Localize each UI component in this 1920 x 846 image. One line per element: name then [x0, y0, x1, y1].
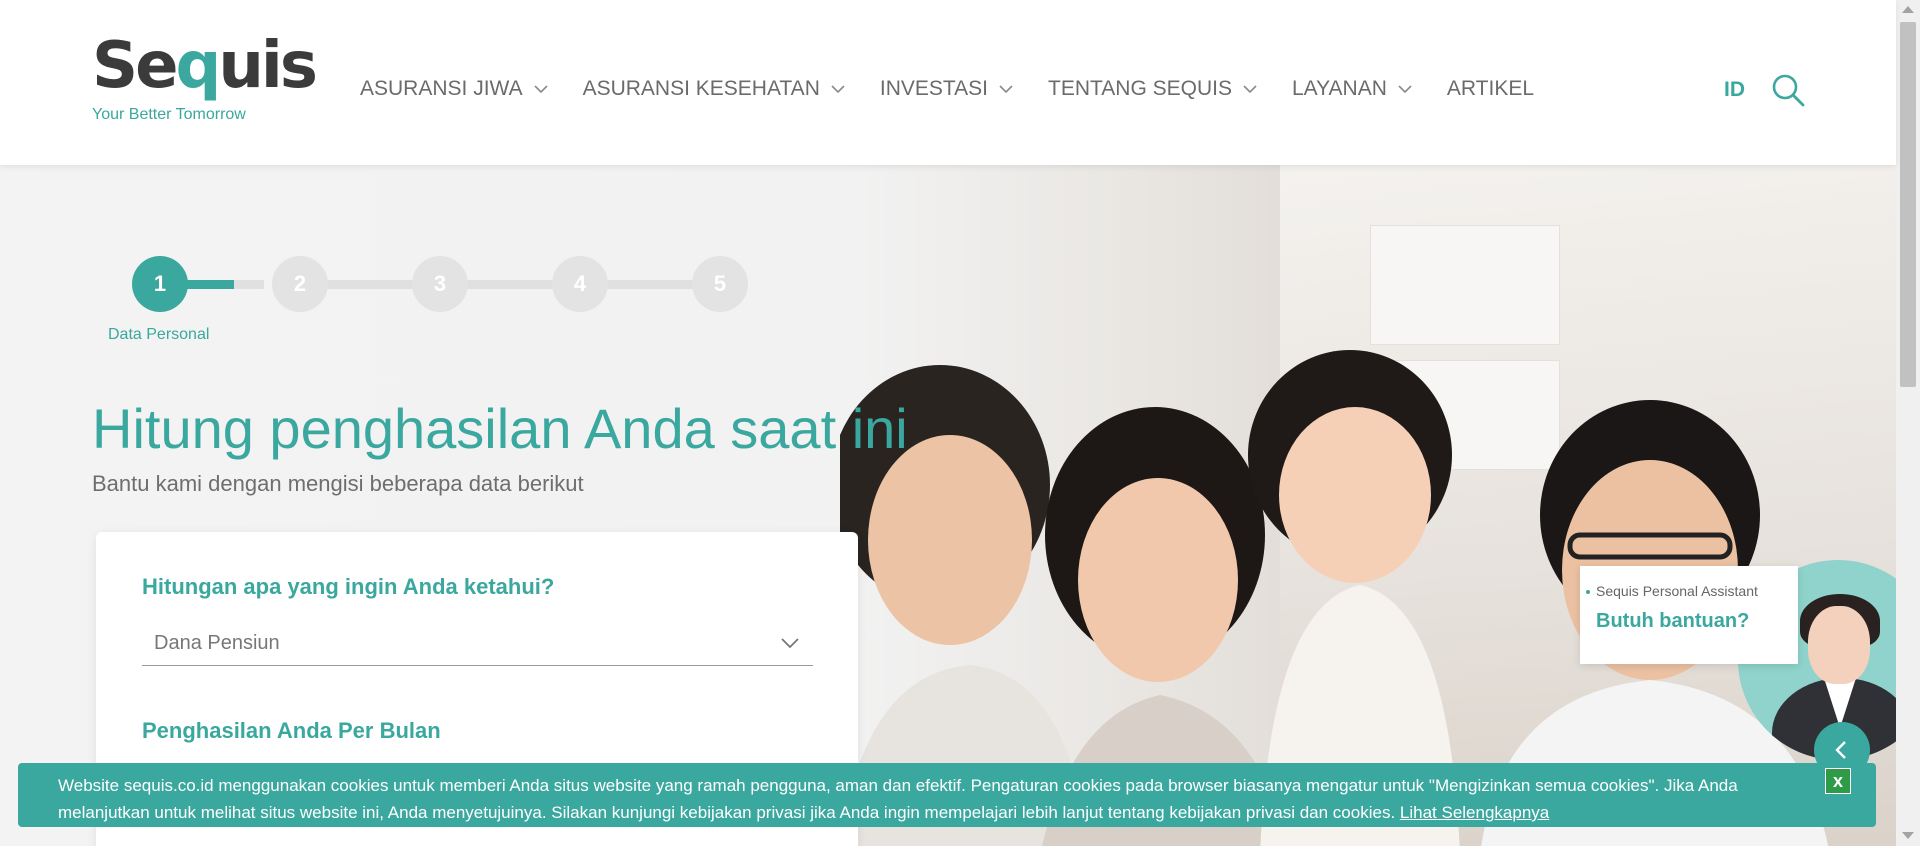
chevron-down-icon: [831, 85, 845, 94]
nav-investasi[interactable]: INVESTASI: [880, 77, 1014, 101]
bullet-icon: [1586, 590, 1590, 594]
chevron-down-icon: [999, 85, 1013, 94]
search-icon[interactable]: [1770, 72, 1806, 108]
calc-type-select[interactable]: Dana Pensiun: [142, 622, 813, 666]
language-toggle[interactable]: ID: [1724, 78, 1745, 102]
calc-type-value: Dana Pensiun: [154, 632, 280, 654]
nav-asuransi-jiwa[interactable]: ASURANSI JIWA: [360, 77, 549, 101]
nav-label: ARTIKEL: [1446, 77, 1535, 100]
chevron-down-icon: [534, 85, 548, 94]
assistant-label: Sequis Personal Assistant: [1596, 583, 1758, 599]
chevron-left-icon: [1835, 741, 1846, 759]
step-connector: [322, 280, 414, 289]
step-2: 2: [272, 256, 328, 312]
step-4: 4: [552, 256, 608, 312]
calc-type-question: Hitungan apa yang ingin Anda ketahui?: [142, 574, 555, 599]
step-connector: [182, 280, 234, 289]
page-subtitle: Bantu kami dengan mengisi beberapa data …: [92, 471, 584, 496]
nav-artikel[interactable]: ARTIKEL: [1447, 77, 1534, 101]
cookie-more-link[interactable]: Lihat Selengkapnya: [1400, 803, 1549, 822]
nav-label: ASURANSI JIWA: [360, 77, 523, 100]
step-connector: [602, 280, 694, 289]
nav-asuransi-kesehatan[interactable]: ASURANSI KESEHATAN: [583, 77, 846, 101]
assistant-bubble[interactable]: Sequis Personal Assistant Butuh bantuan?: [1580, 566, 1798, 664]
nav-label: ASURANSI KESEHATAN: [582, 77, 820, 100]
step-connector: [462, 280, 554, 289]
nav-tentang-sequis[interactable]: TENTANG SEQUIS: [1048, 77, 1258, 101]
monthly-income-question: Penghasilan Anda Per Bulan: [142, 718, 441, 743]
main-nav: ASURANSI JIWA ASURANSI KESEHATAN INVESTA…: [360, 77, 1568, 101]
nav-layanan[interactable]: LAYANAN: [1292, 77, 1413, 101]
scroll-down-arrow-icon[interactable]: [1902, 832, 1914, 839]
step-label: Data Personal: [108, 326, 210, 343]
chevron-down-icon: [1398, 85, 1412, 94]
cookie-close-button[interactable]: x: [1825, 768, 1851, 794]
logo-tagline: Your Better Tomorrow: [92, 106, 246, 123]
chevron-down-icon: [1243, 85, 1257, 94]
cookie-text: Website sequis.co.id menggunakan cookies…: [58, 772, 1818, 826]
step-connector: [234, 280, 264, 289]
page-title: Hitung penghasilan Anda saat ini: [92, 397, 908, 460]
site-header: Sequis Your Better Tomorrow ASURANSI JIW…: [0, 0, 1896, 165]
assistant-help-text: Butuh bantuan?: [1596, 610, 1750, 632]
scroll-thumb[interactable]: [1900, 22, 1916, 387]
page-scrollbar[interactable]: [1896, 0, 1920, 846]
step-5: 5: [692, 256, 748, 312]
scroll-up-arrow-icon[interactable]: [1902, 6, 1914, 13]
logo-wordmark: Sequis: [92, 29, 318, 103]
sequis-logo[interactable]: Sequis Your Better Tomorrow: [92, 29, 318, 140]
step-1: 1: [132, 256, 188, 312]
nav-label: INVESTASI: [879, 77, 988, 100]
assistant-face: [1808, 606, 1870, 684]
step-3: 3: [412, 256, 468, 312]
nav-label: TENTANG SEQUIS: [1048, 77, 1232, 100]
cookie-banner: Website sequis.co.id menggunakan cookies…: [18, 763, 1876, 827]
background-shelf: [1370, 225, 1560, 345]
nav-label: LAYANAN: [1291, 77, 1387, 100]
chevron-down-icon: [781, 638, 799, 649]
